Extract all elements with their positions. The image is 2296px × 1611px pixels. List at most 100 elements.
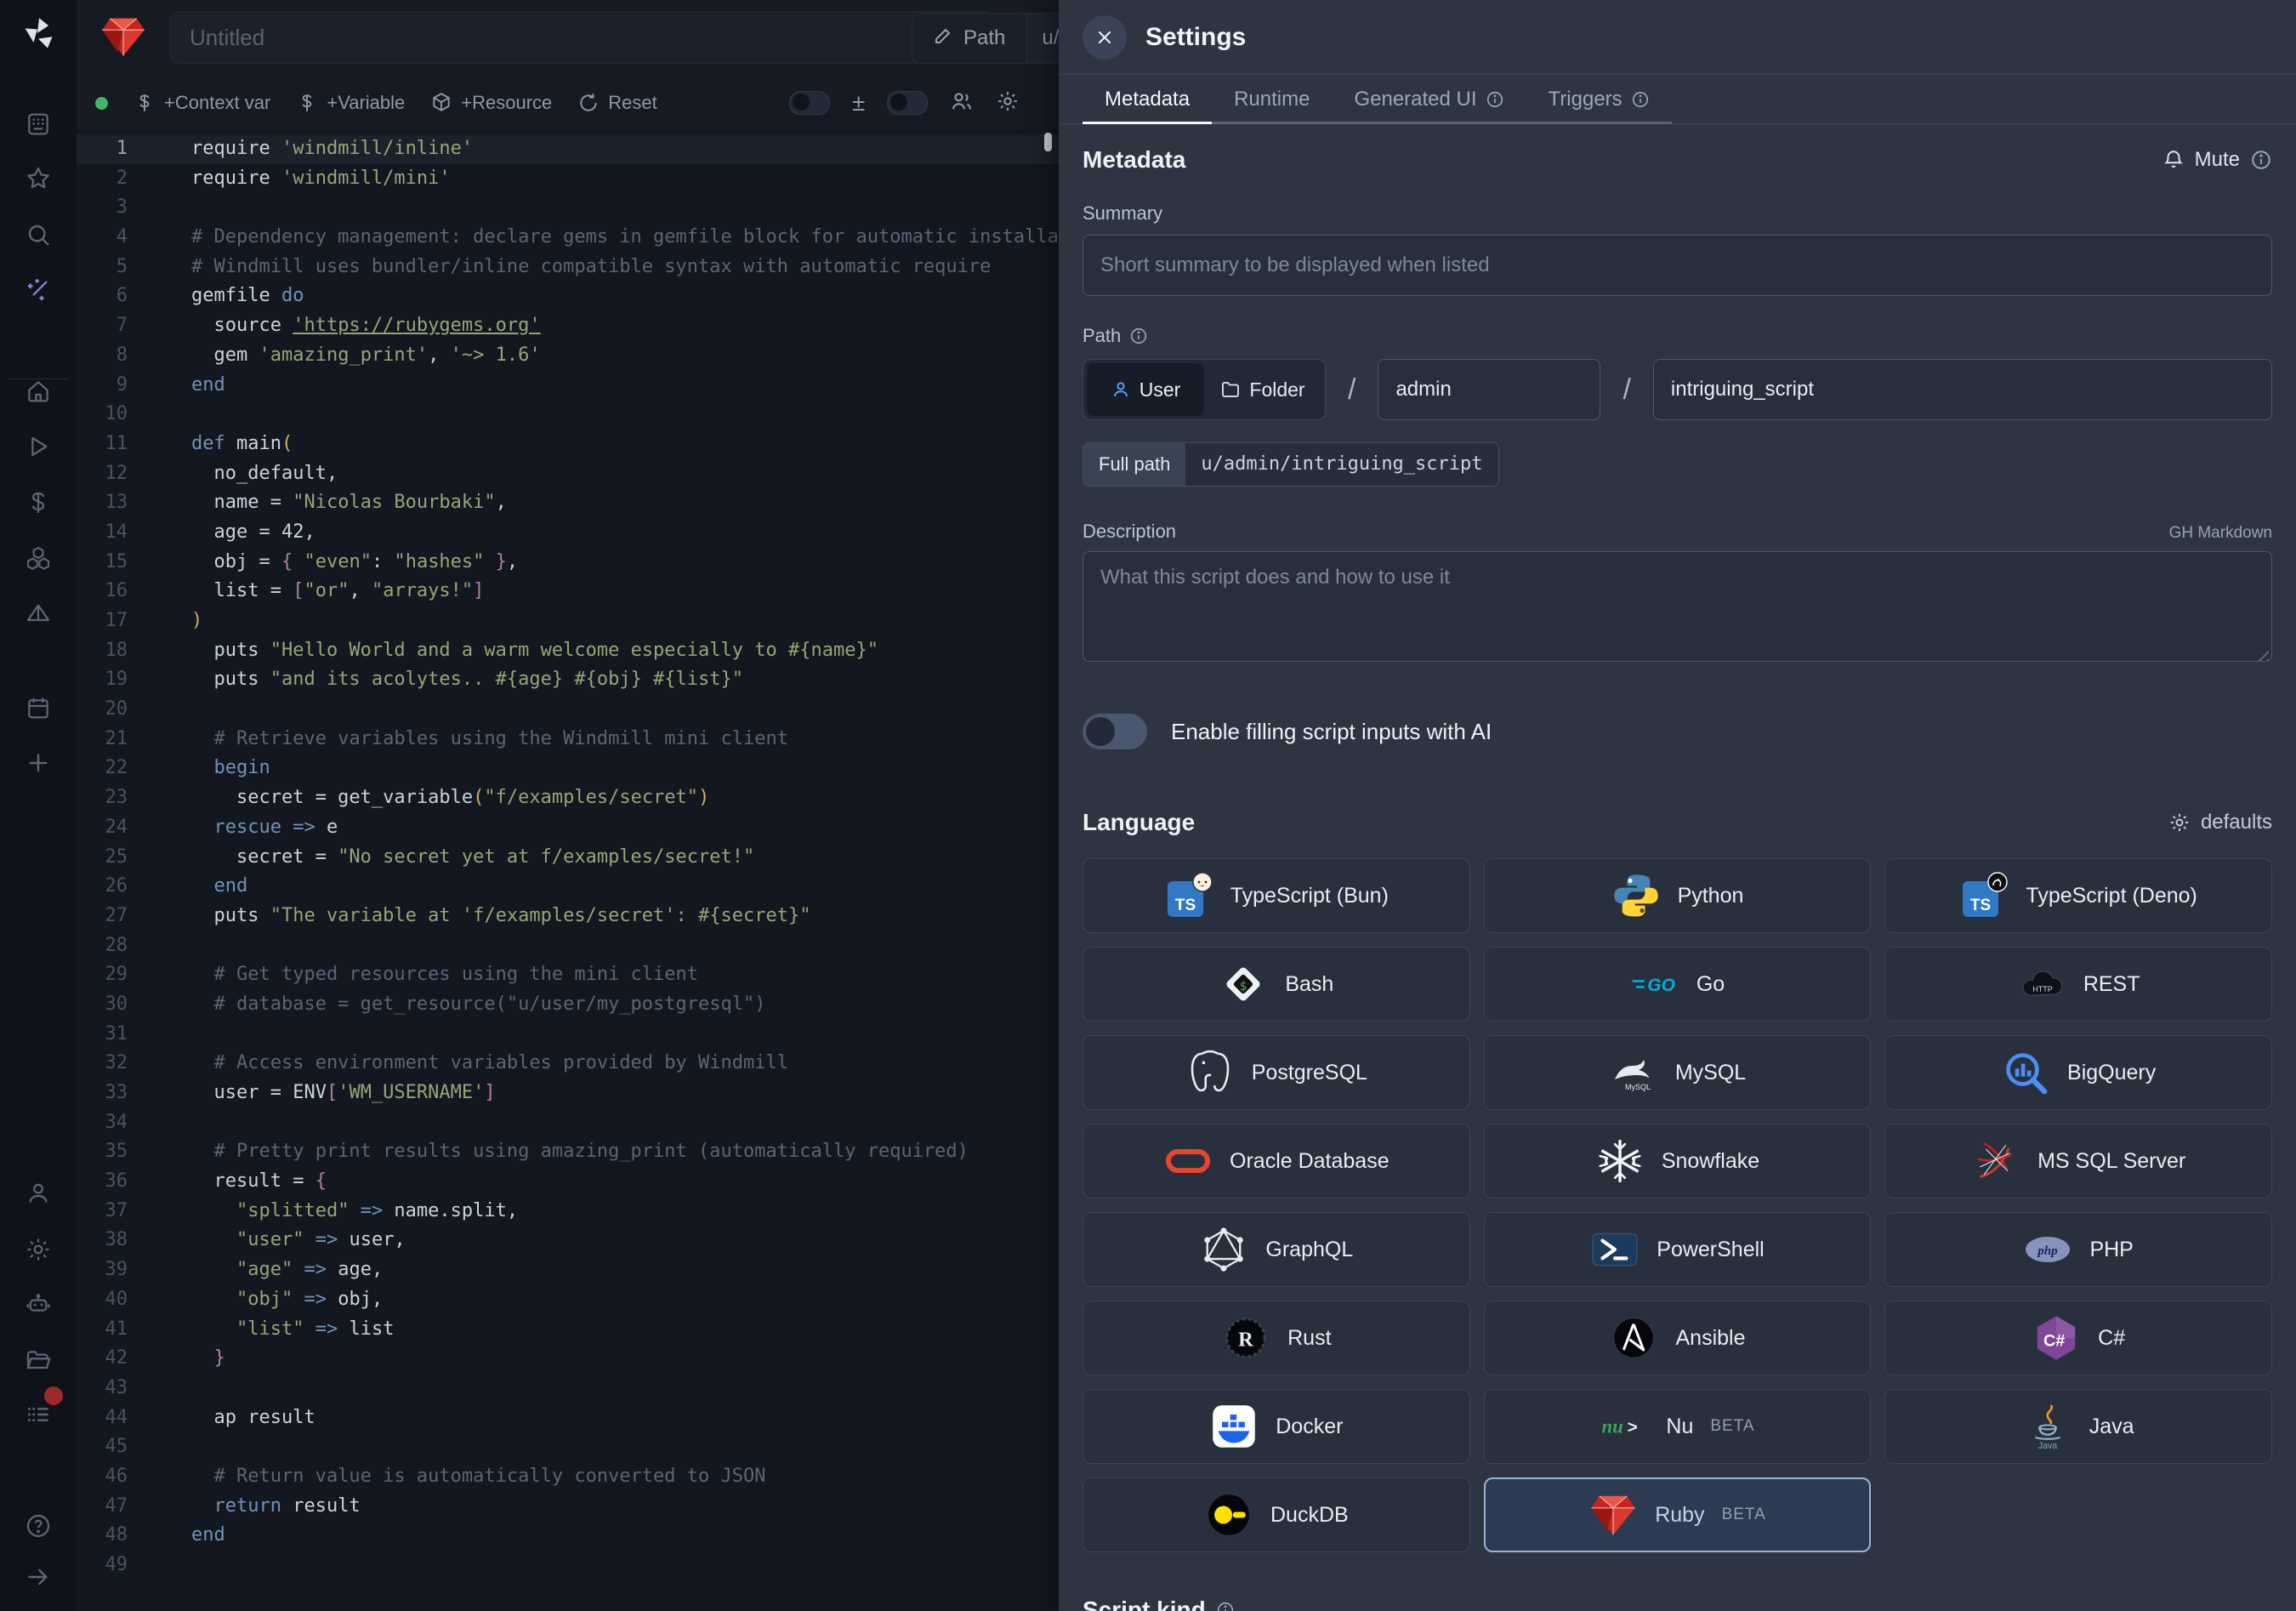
help-icon[interactable] bbox=[24, 1511, 53, 1540]
add-context-var-button[interactable]: +Context var bbox=[134, 92, 270, 114]
language-java[interactable]: JavaJava bbox=[1884, 1389, 2272, 1464]
language-php[interactable]: phpPHP bbox=[1884, 1212, 2272, 1287]
language-ruby[interactable]: RubyBETA bbox=[1484, 1477, 1872, 1552]
tab-triggers[interactable]: Triggers bbox=[1526, 75, 1672, 124]
line-number: 23 bbox=[77, 783, 128, 813]
language-bash[interactable]: $Bash bbox=[1083, 947, 1470, 1022]
diff-toggle[interactable] bbox=[789, 91, 830, 115]
line-number: 2 bbox=[77, 164, 128, 194]
editor-scrollbar[interactable] bbox=[1044, 133, 1052, 151]
people-icon[interactable] bbox=[950, 89, 974, 117]
line-number: 12 bbox=[77, 459, 128, 489]
add-variable-button[interactable]: +Variable bbox=[296, 92, 405, 114]
line-number: 26 bbox=[77, 872, 128, 902]
language-powershell[interactable]: PowerShell bbox=[1484, 1212, 1872, 1287]
line-number: 47 bbox=[77, 1492, 128, 1522]
language-grid: TSTypeScript (Bun)PythonTSTypeScript (De… bbox=[1083, 858, 2272, 1552]
tab-runtime[interactable]: Runtime bbox=[1212, 75, 1332, 124]
close-icon[interactable] bbox=[1083, 15, 1127, 60]
add-resource-button[interactable]: +Resource bbox=[430, 92, 552, 114]
settings-panel: Settings MetadataRuntimeGenerated UITrig… bbox=[1059, 0, 2296, 1611]
owner-input[interactable] bbox=[1378, 359, 1600, 420]
php-icon: php bbox=[2023, 1225, 2072, 1274]
svg-text:TS: TS bbox=[1970, 897, 1991, 914]
language-typescript-bun[interactable]: TSTypeScript (Bun) bbox=[1083, 858, 1470, 933]
language-python[interactable]: Python bbox=[1484, 858, 1872, 933]
svg-text:>: > bbox=[1628, 1419, 1638, 1437]
path-slash: / bbox=[1623, 373, 1630, 407]
line-number: 28 bbox=[77, 931, 128, 961]
ai-fill-toggle[interactable] bbox=[1083, 714, 1147, 749]
gear-icon[interactable] bbox=[24, 1235, 53, 1264]
language-go[interactable]: GOGo bbox=[1484, 947, 1872, 1022]
tab-generated-ui[interactable]: Generated UI bbox=[1332, 75, 1526, 124]
settings-body: Metadata Mute Summary Path User Folder bbox=[1059, 124, 2296, 1611]
language-ms-sql-server[interactable]: MS SQL Server bbox=[1884, 1124, 2272, 1198]
language-rest[interactable]: HTTPREST bbox=[1884, 947, 2272, 1022]
settings-tabs: MetadataRuntimeGenerated UITriggers bbox=[1059, 75, 2296, 124]
calendar-icon[interactable] bbox=[24, 693, 53, 722]
play-icon[interactable] bbox=[24, 432, 53, 461]
owner-kind-toggle: User Folder bbox=[1083, 359, 1326, 420]
line-number: 34 bbox=[77, 1108, 128, 1138]
mute-button[interactable]: Mute bbox=[2162, 148, 2272, 172]
star-icon[interactable] bbox=[24, 164, 53, 193]
arrow-right-icon[interactable] bbox=[24, 1563, 53, 1591]
line-number: 40 bbox=[77, 1285, 128, 1315]
editor-settings-gear-icon[interactable] bbox=[996, 89, 1020, 117]
script-title-input[interactable] bbox=[170, 11, 991, 64]
line-number: 48 bbox=[77, 1521, 128, 1551]
plus-icon[interactable] bbox=[24, 749, 53, 777]
robot-icon[interactable] bbox=[24, 1290, 53, 1319]
line-number: 43 bbox=[77, 1374, 128, 1403]
list-icon[interactable] bbox=[24, 1400, 53, 1429]
language-bigquery[interactable]: BigQuery bbox=[1884, 1035, 2272, 1110]
description-textarea[interactable] bbox=[1083, 551, 2272, 662]
ai-wand-icon[interactable] bbox=[24, 276, 53, 305]
search-icon[interactable] bbox=[24, 220, 53, 249]
language-typescript-deno[interactable]: TSTypeScript (Deno) bbox=[1884, 858, 2272, 933]
dollar-icon[interactable] bbox=[24, 488, 53, 517]
user-icon[interactable] bbox=[24, 1179, 53, 1208]
language-snowflake[interactable]: Snowflake bbox=[1484, 1124, 1872, 1198]
cubes-icon[interactable] bbox=[24, 544, 53, 572]
language-oracle-database[interactable]: Oracle Database bbox=[1083, 1124, 1470, 1198]
owner-kind-user-button[interactable]: User bbox=[1087, 363, 1204, 416]
tab-metadata[interactable]: Metadata bbox=[1083, 75, 1212, 124]
folder-icon[interactable] bbox=[24, 1346, 53, 1375]
line-number: 22 bbox=[77, 754, 128, 783]
language-rust[interactable]: RRust bbox=[1083, 1301, 1470, 1375]
plus-minus-icon[interactable]: ± bbox=[852, 89, 865, 117]
language-postgresql[interactable]: PostgreSQL bbox=[1083, 1035, 1470, 1110]
info-icon bbox=[1216, 1601, 1235, 1611]
defaults-button[interactable]: defaults bbox=[2168, 811, 2272, 834]
windmill-logo-icon[interactable] bbox=[20, 15, 57, 53]
summary-input[interactable] bbox=[1083, 235, 2272, 296]
multiplayer-toggle[interactable] bbox=[887, 91, 928, 115]
ts-bun-icon: TS bbox=[1164, 871, 1213, 920]
language-duckdb[interactable]: DuckDB bbox=[1083, 1477, 1470, 1552]
language-c[interactable]: C#C# bbox=[1884, 1301, 2272, 1375]
line-number: 17 bbox=[77, 606, 128, 636]
svg-text:php: php bbox=[2037, 1244, 2059, 1258]
line-number: 27 bbox=[77, 902, 128, 931]
svg-text:nu: nu bbox=[1602, 1416, 1623, 1437]
line-number: 42 bbox=[77, 1344, 128, 1374]
language-ansible[interactable]: Ansible bbox=[1484, 1301, 1872, 1375]
svg-text:GO: GO bbox=[1647, 976, 1675, 995]
duckdb-icon bbox=[1204, 1490, 1253, 1540]
line-number: 25 bbox=[77, 843, 128, 873]
language-nu[interactable]: nu>NuBETA bbox=[1484, 1389, 1872, 1464]
svg-text:HTTP: HTTP bbox=[2032, 985, 2053, 993]
language-graphql[interactable]: GraphQL bbox=[1083, 1212, 1470, 1287]
apps-icon[interactable] bbox=[24, 110, 53, 139]
script-name-input[interactable] bbox=[1653, 359, 2272, 420]
ruby-language-icon bbox=[100, 14, 146, 60]
owner-kind-folder-button[interactable]: Folder bbox=[1204, 363, 1321, 416]
language-docker[interactable]: Docker bbox=[1083, 1389, 1470, 1464]
language-mysql[interactable]: MySQLMySQL bbox=[1484, 1035, 1872, 1110]
prism-icon[interactable] bbox=[24, 599, 53, 628]
home-icon[interactable] bbox=[24, 377, 53, 406]
reset-button[interactable]: Reset bbox=[577, 92, 656, 114]
line-number: 19 bbox=[77, 665, 128, 695]
